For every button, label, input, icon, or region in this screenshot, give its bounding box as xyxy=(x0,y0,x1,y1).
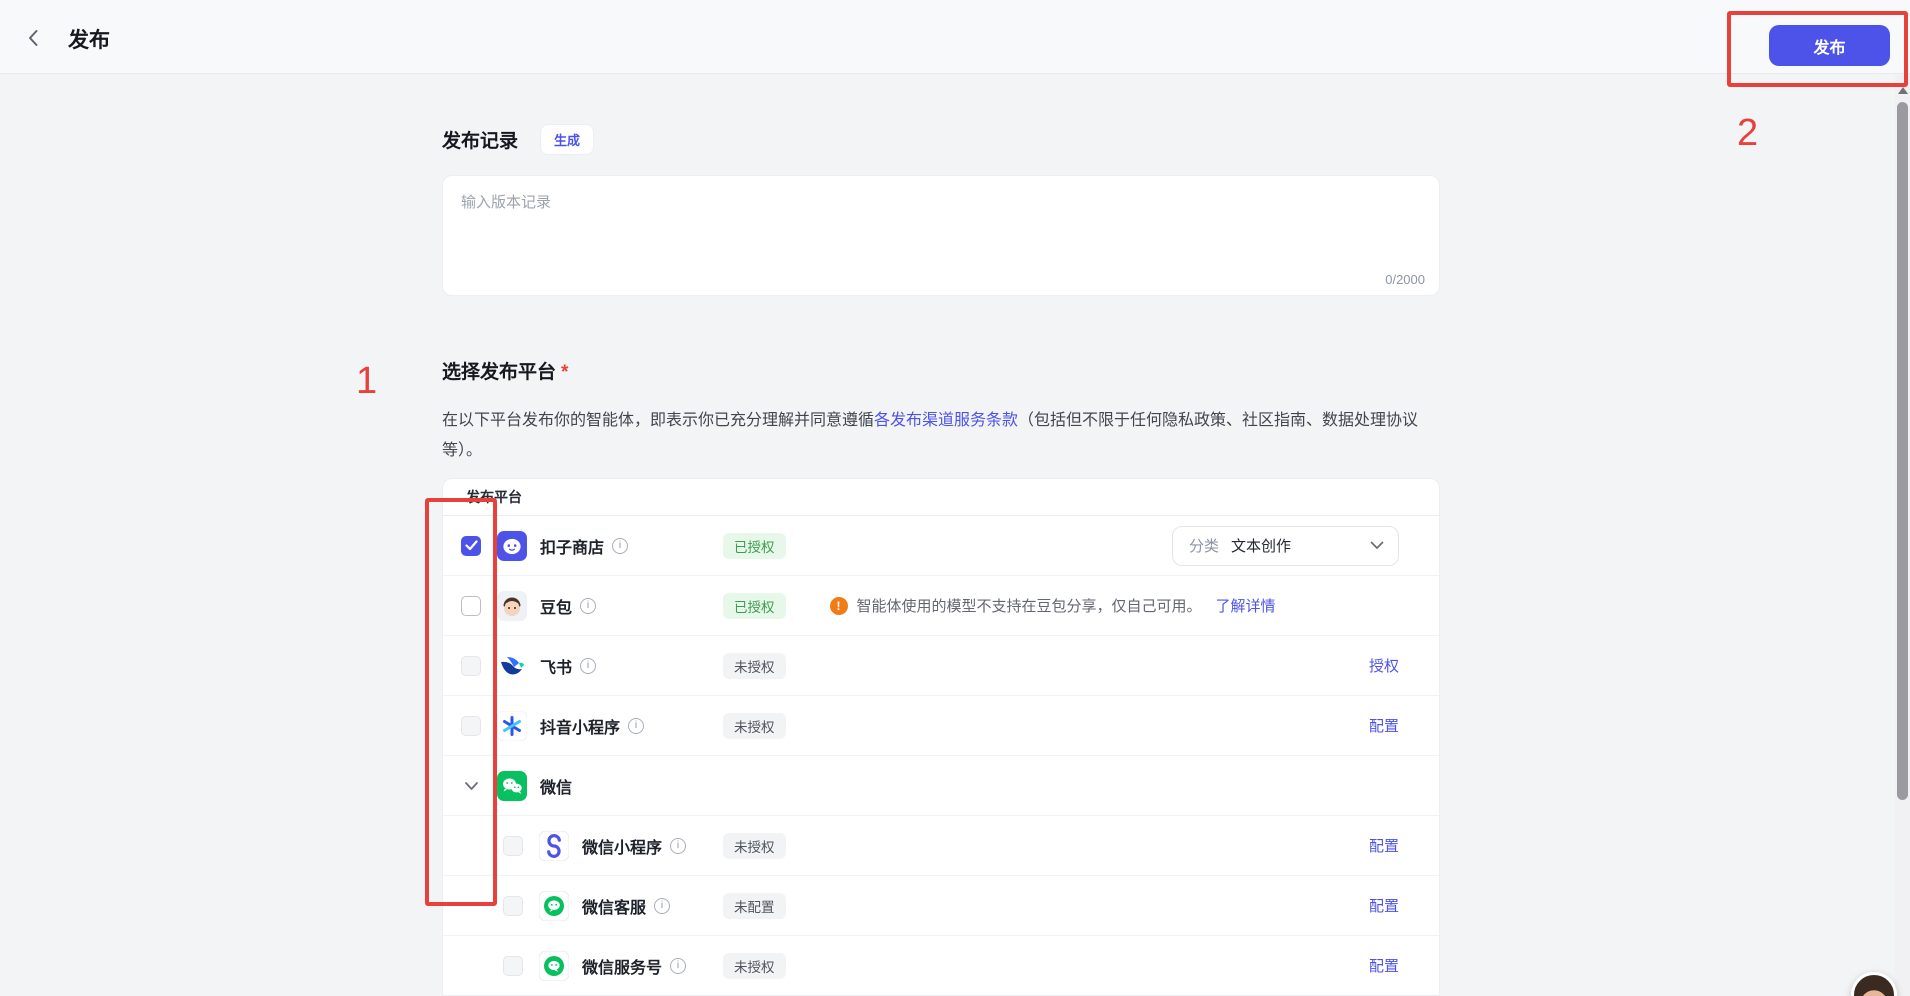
status-badge: 已授权 xyxy=(723,593,786,619)
douyin-mini-icon xyxy=(497,711,527,741)
wechat-sa-icon xyxy=(539,951,569,981)
info-icon[interactable]: i xyxy=(580,598,596,614)
publish-page: 发布 发布 2 1 发布记录 生成 0/2000 选择发布平台* 在以下平台发布… xyxy=(0,0,1910,996)
scrollbar-thumb[interactable] xyxy=(1897,102,1908,800)
page-title: 发布 xyxy=(68,24,110,54)
configure-link[interactable]: 配置 xyxy=(1369,955,1399,976)
checkbox-disabled[interactable] xyxy=(461,716,481,736)
category-value: 文本创作 xyxy=(1231,535,1370,556)
checkbox-unchecked[interactable] xyxy=(461,596,481,616)
chevron-down-icon xyxy=(1370,541,1384,550)
platform-name: 飞书 xyxy=(540,654,572,678)
checkbox-disabled[interactable] xyxy=(461,656,481,676)
status-badge: 未授权 xyxy=(723,713,786,739)
checkbox-checked[interactable] xyxy=(461,536,481,556)
info-icon[interactable]: i xyxy=(628,718,644,734)
status-badge: 未授权 xyxy=(723,653,786,679)
status-badge: 未授权 xyxy=(723,953,786,979)
assistant-avatar[interactable] xyxy=(1851,972,1897,996)
category-select[interactable]: 分类 文本创作 xyxy=(1172,526,1399,566)
annotation-label-1: 1 xyxy=(356,360,377,403)
configure-link[interactable]: 配置 xyxy=(1369,895,1399,916)
description-text-before: 在以下平台发布你的智能体，即表示你已充分理解并同意遵循 xyxy=(442,412,874,429)
wechat-mini-icon xyxy=(539,831,569,861)
platform-title-text: 选择发布平台 xyxy=(442,362,556,383)
header: 发布 发布 xyxy=(0,0,1910,74)
char-counter: 0/2000 xyxy=(1385,272,1425,287)
info-icon[interactable]: i xyxy=(670,838,686,854)
checkbox-disabled[interactable] xyxy=(503,836,523,856)
checkbox-disabled[interactable] xyxy=(503,956,523,976)
platform-name: 扣子商店 xyxy=(540,534,604,558)
warning-icon: ! xyxy=(830,597,848,615)
platform-name: 抖音小程序 xyxy=(540,714,620,738)
table-row-wechat-kf: 微信客服 i 未配置 配置 xyxy=(443,876,1439,936)
table-header: 发布平台 xyxy=(443,479,1439,516)
publish-button[interactable]: 发布 xyxy=(1769,25,1890,66)
table-row-doubao: 豆包 i 已授权 ! 智能体使用的模型不支持在豆包分享，仅自己可用。 了解详情 xyxy=(443,576,1439,636)
status-badge: 未授权 xyxy=(723,833,786,859)
info-icon[interactable]: i xyxy=(654,898,670,914)
warning-text: 智能体使用的模型不支持在豆包分享，仅自己可用。 xyxy=(857,595,1202,616)
wechat-kf-icon xyxy=(539,891,569,921)
terms-link[interactable]: 各发布渠道服务条款 xyxy=(874,412,1018,429)
scrollbar-up-arrow[interactable] xyxy=(1898,87,1908,94)
info-icon[interactable]: i xyxy=(670,958,686,974)
table-row-wechat-mini: 微信小程序 i 未授权 配置 xyxy=(443,816,1439,876)
wechat-icon xyxy=(497,771,527,801)
platform-name: 微信 xyxy=(540,774,572,798)
release-notes-title: 发布记录 xyxy=(442,126,518,153)
learn-more-link[interactable]: 了解详情 xyxy=(1216,595,1276,616)
configure-link[interactable]: 配置 xyxy=(1369,715,1399,736)
platform-table: 发布平台 扣子商店 i 已授权 分类 文本创作 xyxy=(442,478,1440,996)
table-row-douyin-mini: 抖音小程序 i 未授权 配置 xyxy=(443,696,1439,756)
checkbox-disabled[interactable] xyxy=(503,896,523,916)
configure-link[interactable]: 配置 xyxy=(1369,835,1399,856)
table-row-wechat-group: 微信 xyxy=(443,756,1439,816)
back-icon[interactable] xyxy=(22,26,46,50)
scrollbar[interactable] xyxy=(1895,75,1910,996)
table-row-wechat-sa: 微信服务号 i 未授权 配置 xyxy=(443,936,1439,996)
platform-name: 豆包 xyxy=(540,594,572,618)
platform-section-title: 选择发布平台* xyxy=(442,357,568,384)
table-row-feishu: 飞书 i 未授权 授权 xyxy=(443,636,1439,696)
info-icon[interactable]: i xyxy=(580,658,596,674)
collapse-chevron-icon[interactable] xyxy=(461,781,481,791)
required-asterisk: * xyxy=(561,362,568,383)
coze-store-icon xyxy=(497,531,527,561)
platform-description: 在以下平台发布你的智能体，即表示你已充分理解并同意遵循各发布渠道服务条款（包括但… xyxy=(442,406,1442,466)
release-notes-header: 发布记录 生成 xyxy=(442,124,594,155)
generate-button[interactable]: 生成 xyxy=(540,124,594,155)
status-badge: 已授权 xyxy=(723,533,786,559)
platform-name: 微信服务号 xyxy=(582,954,662,978)
authorize-link[interactable]: 授权 xyxy=(1369,655,1399,676)
platform-name: 微信客服 xyxy=(582,894,646,918)
platform-name: 微信小程序 xyxy=(582,834,662,858)
info-icon[interactable]: i xyxy=(612,538,628,554)
status-badge: 未配置 xyxy=(723,893,786,919)
annotation-label-2: 2 xyxy=(1737,112,1758,155)
release-notes-box: 0/2000 xyxy=(442,175,1440,296)
feishu-icon xyxy=(497,651,527,681)
doubao-icon xyxy=(497,591,527,621)
table-row-coze-store: 扣子商店 i 已授权 分类 文本创作 xyxy=(443,516,1439,576)
category-label: 分类 xyxy=(1189,535,1219,556)
release-notes-input[interactable] xyxy=(443,176,1439,268)
